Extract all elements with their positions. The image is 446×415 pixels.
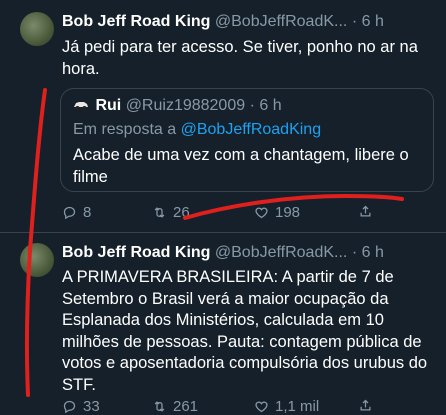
separator-dot: · <box>351 13 358 30</box>
reply-icon <box>63 400 76 414</box>
share-button[interactable] <box>358 204 373 219</box>
reply-button[interactable]: 33 <box>62 398 100 415</box>
like-button[interactable]: 198 <box>254 204 300 221</box>
reply-mention-link[interactable]: @BobJeffRoadKing <box>181 121 321 138</box>
avatar[interactable] <box>20 12 54 46</box>
reply-prefix: Em resposta a <box>73 121 181 138</box>
retweet-count: 261 <box>173 398 199 415</box>
quote-author-handle[interactable]: @Ruiz19882009 <box>126 97 245 114</box>
quoted-tweet[interactable]: Rui @Ruiz19882009 · 6 h Em resposta a @B… <box>60 88 434 192</box>
tweet-text: Já pedi para ter acesso. Se tiver, ponho… <box>62 38 418 78</box>
avatar[interactable] <box>20 243 54 277</box>
retweet-count: 26 <box>173 204 190 221</box>
separator-dot: · <box>249 97 255 114</box>
separator-dot: · <box>351 244 358 261</box>
reply-count: 8 <box>83 204 92 221</box>
retweet-button[interactable]: 26 <box>152 204 190 221</box>
retweet-icon <box>154 401 165 412</box>
reply-button[interactable]: 8 <box>62 204 91 221</box>
author-handle[interactable]: @BobJeffRoadK... <box>215 244 347 261</box>
reply-context: Em resposta a @BobJeffRoadKing <box>73 121 321 139</box>
reply-icon <box>63 206 76 220</box>
reply-count: 33 <box>83 398 100 415</box>
like-count: 1,1 mil <box>275 398 320 415</box>
tweet-2[interactable]: Bob Jeff Road King @BobJeffRoadK... · 6 … <box>0 232 446 415</box>
share-button[interactable] <box>358 398 373 413</box>
quote-text: Acabe de uma vez com a chantagem, libere… <box>73 146 409 186</box>
author-name[interactable]: Bob Jeff Road King <box>62 244 210 261</box>
author-name[interactable]: Bob Jeff Road King <box>62 13 210 30</box>
like-button[interactable]: 1,1 mil <box>254 398 319 415</box>
retweet-icon <box>154 207 165 218</box>
tweet-text: A PRIMAVERA BRASILEIRA: A partir de 7 de… <box>62 268 428 394</box>
timestamp[interactable]: 6 h <box>362 13 384 30</box>
quote-header: Rui @Ruiz19882009 · 6 h <box>73 97 282 115</box>
tweet-header: Bob Jeff Road King @BobJeffRoadK... · 6 … <box>62 244 436 262</box>
retweet-button[interactable]: 261 <box>152 398 198 415</box>
quote-author-name[interactable]: Rui <box>95 97 121 114</box>
quote-timestamp[interactable]: 6 h <box>259 97 281 114</box>
share-icon <box>360 399 371 411</box>
share-icon <box>360 205 371 217</box>
tweet-header: Bob Jeff Road King @BobJeffRoadK... · 6 … <box>62 13 436 31</box>
car-avatar-icon <box>74 102 88 110</box>
heart-icon <box>255 207 268 219</box>
like-count: 198 <box>275 204 301 221</box>
heart-icon <box>255 401 268 413</box>
author-handle[interactable]: @BobJeffRoadK... <box>215 13 347 30</box>
tweet-1[interactable]: Bob Jeff Road King @BobJeffRoadK... · 6 … <box>0 0 446 232</box>
timestamp[interactable]: 6 h <box>362 244 384 261</box>
